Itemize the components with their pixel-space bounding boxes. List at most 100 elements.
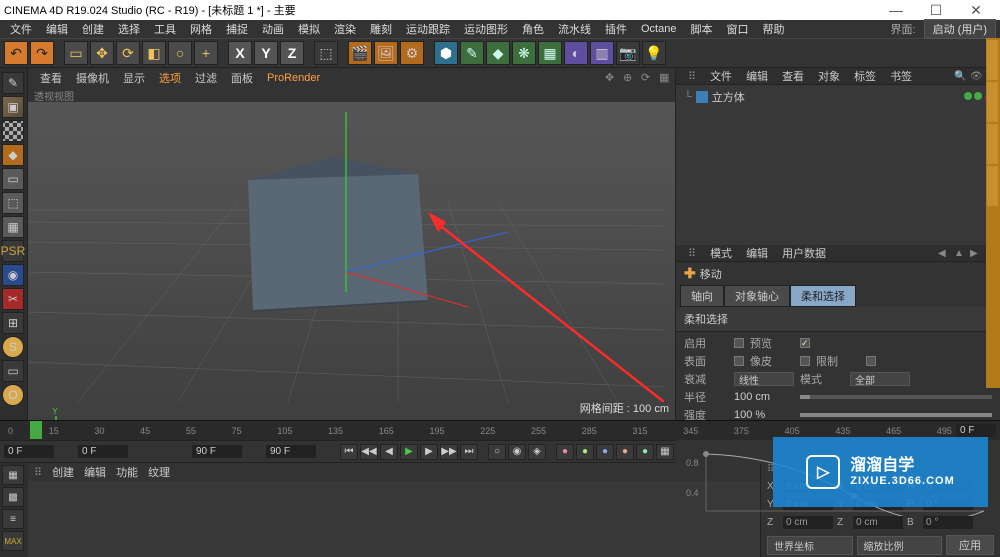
slider-strength[interactable]	[800, 413, 992, 417]
model-mode-button[interactable]: ▣	[2, 96, 24, 118]
vp-menu-options[interactable]: 选项	[153, 70, 187, 86]
mat-menu-function[interactable]: 功能	[116, 464, 138, 480]
mat-max-icon[interactable]: MAX	[2, 531, 24, 551]
tab-soft-selection[interactable]: 柔和选择	[790, 285, 856, 307]
spline-button[interactable]: ✎	[460, 41, 484, 65]
make-editable-button[interactable]: ✎	[2, 72, 24, 94]
tab-axis[interactable]: 轴向	[680, 285, 724, 307]
vp-menu-filter[interactable]: 过滤	[189, 70, 223, 86]
mat-layers-icon[interactable]: ≡	[2, 509, 24, 529]
menu-help[interactable]: 帮助	[756, 21, 790, 37]
check-surface[interactable]	[734, 356, 744, 366]
lasso-tool[interactable]: +	[194, 41, 218, 65]
vp-nav-pan-icon[interactable]: ✥	[599, 71, 615, 85]
check-limit[interactable]	[866, 356, 876, 366]
axis-button[interactable]: ⊞	[2, 312, 24, 334]
axis-y-button[interactable]: Y	[254, 41, 278, 65]
mat-menu-edit[interactable]: 编辑	[84, 464, 106, 480]
menu-pipeline[interactable]: 流水线	[552, 21, 597, 37]
next-frame-button[interactable]: ▶	[420, 444, 438, 460]
range-start-field[interactable]: 0 F	[4, 445, 54, 458]
axis-z-button[interactable]: Z	[280, 41, 304, 65]
key-param-button[interactable]: ●	[616, 444, 634, 460]
obj-tab-tags[interactable]: 标签	[848, 68, 882, 84]
menu-edit[interactable]: 编辑	[40, 21, 74, 37]
tab-object-axis[interactable]: 对象轴心	[724, 285, 790, 307]
close-button[interactable]: ✕	[956, 2, 996, 19]
object-tree[interactable]: └ 立方体 ✓	[676, 85, 1000, 245]
timeline-end-field[interactable]: 0 F	[956, 424, 996, 437]
point-mode-button[interactable]: ⬚	[2, 192, 24, 214]
move-tool[interactable]: ✥	[90, 41, 114, 65]
undo-button[interactable]: ↶	[4, 41, 28, 65]
next-key-button[interactable]: ▶▶	[440, 444, 458, 460]
combo-falloff[interactable]: 线性	[734, 372, 794, 386]
play-button[interactable]: ▶	[400, 444, 418, 460]
rot-b-field[interactable]: 0 °	[923, 516, 973, 529]
tweak-button[interactable]: ✂	[2, 288, 24, 310]
vp-menu-panel[interactable]: 面板	[225, 70, 259, 86]
mat-menu-create[interactable]: 创建	[52, 464, 74, 480]
key-all-button[interactable]: ▦	[656, 444, 674, 460]
isoline-button[interactable]: ◉	[2, 264, 24, 286]
obj-tab-file[interactable]: 文件	[704, 68, 738, 84]
menu-file[interactable]: 文件	[4, 21, 38, 37]
environment-button[interactable]: ▦	[538, 41, 562, 65]
minimize-button[interactable]: —	[876, 2, 916, 18]
menu-snap[interactable]: 捕捉	[220, 21, 254, 37]
vp-nav-layout-icon[interactable]: ▦	[653, 71, 669, 85]
vp-menu-display[interactable]: 显示	[117, 70, 151, 86]
menu-window[interactable]: 窗口	[720, 21, 754, 37]
polygon-mode-button[interactable]: PSR	[2, 240, 24, 262]
key-pos-button[interactable]: ●	[556, 444, 574, 460]
snap-o-button[interactable]: O	[2, 384, 24, 406]
tree-item-cube[interactable]: └ 立方体 ✓	[684, 89, 992, 105]
project-end-field[interactable]: 90 F	[266, 445, 316, 458]
obj-search-icon[interactable]: 🔍	[948, 71, 962, 82]
maximize-button[interactable]: ☐	[916, 2, 956, 19]
viewport-solo-button[interactable]: ▭	[2, 360, 24, 382]
obj-tab-objects[interactable]: 对象	[812, 68, 846, 84]
prev-key-button[interactable]: ◀◀	[360, 444, 378, 460]
playhead[interactable]	[30, 421, 42, 439]
record-key-button[interactable]: ○	[488, 444, 506, 460]
attr-next-icon[interactable]: ▶	[964, 248, 978, 259]
val-radius[interactable]: 100 cm	[734, 391, 794, 403]
current-frame-field[interactable]: 0 F	[78, 445, 128, 458]
menu-motiontracker[interactable]: 运动跟踪	[400, 21, 456, 37]
menu-select[interactable]: 选择	[112, 21, 146, 37]
primitive-button[interactable]: ⬢	[434, 41, 458, 65]
pos-z-field[interactable]: 0 cm	[783, 516, 833, 529]
coord-system-combo[interactable]: 世界坐标	[767, 536, 853, 555]
menu-tools[interactable]: 工具	[148, 21, 182, 37]
mat-menu-texture[interactable]: 纹理	[148, 464, 170, 480]
goto-start-button[interactable]: ⏮	[340, 444, 358, 460]
bulb-icon-button[interactable]: 💡	[642, 41, 666, 65]
workplane-button[interactable]: ◆	[2, 144, 24, 166]
texture-mode-button[interactable]	[2, 120, 24, 142]
content-browser-strip[interactable]	[986, 38, 1000, 388]
keyframe-sel-button[interactable]: ◈	[528, 444, 546, 460]
prev-frame-button[interactable]: ◀	[380, 444, 398, 460]
mat-checker-icon[interactable]: ▩	[2, 487, 24, 507]
menu-mograph[interactable]: 运动图形	[458, 21, 514, 37]
vp-nav-zoom-icon[interactable]: ⊕	[617, 71, 633, 85]
attr-tab-mode[interactable]: 模式	[704, 245, 738, 261]
check-enable[interactable]	[734, 338, 744, 348]
scale-tool[interactable]: ◧	[142, 41, 166, 65]
goto-end-button[interactable]: ⏭	[460, 444, 478, 460]
menu-character[interactable]: 角色	[516, 21, 550, 37]
render-view-button[interactable]: 🎬	[348, 41, 372, 65]
obj-tab-bookmarks[interactable]: 书签	[884, 68, 918, 84]
autokey-button[interactable]: ◉	[508, 444, 526, 460]
menu-animate[interactable]: 动画	[256, 21, 290, 37]
obj-tab-edit[interactable]: 编辑	[740, 68, 774, 84]
layout-dropdown[interactable]: 启动 (用户)	[924, 19, 996, 39]
perspective-viewport[interactable]: Y X Z 网格间距 : 100 cm	[28, 102, 675, 420]
object-mode-button[interactable]: ▭	[2, 168, 24, 190]
vp-menu-camera[interactable]: 摄像机	[70, 70, 115, 86]
coord-system-button[interactable]: ⬚	[314, 41, 338, 65]
apply-button[interactable]: 应用	[946, 535, 994, 555]
menu-script[interactable]: 脚本	[684, 21, 718, 37]
falloff-curve[interactable]: 0.8 0.4	[684, 446, 984, 516]
